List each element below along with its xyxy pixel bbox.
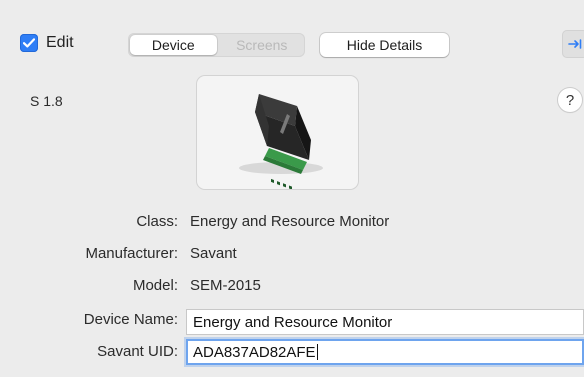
device-name-value: Energy and Resource Monitor bbox=[193, 313, 393, 331]
manufacturer-value: Savant bbox=[190, 245, 237, 262]
manufacturer-label: Manufacturer: bbox=[85, 245, 178, 262]
checkmark-icon bbox=[23, 38, 35, 48]
device-details-panel: Edit Device Screens Hide Details S 1.8 ?… bbox=[0, 0, 584, 377]
savant-uid-value: ADA837AD82AFE bbox=[193, 343, 316, 361]
edit-label: Edit bbox=[46, 34, 74, 51]
sidebar-toggle-button[interactable] bbox=[562, 30, 584, 58]
model-row: Model: SEM-2015 bbox=[0, 277, 584, 299]
class-label: Class: bbox=[136, 213, 178, 230]
hide-details-button[interactable]: Hide Details bbox=[320, 33, 449, 57]
class-row: Class: Energy and Resource Monitor bbox=[0, 213, 584, 235]
model-value: SEM-2015 bbox=[190, 277, 261, 294]
device-thumbnail-icon bbox=[239, 94, 323, 189]
tab-screens[interactable]: Screens bbox=[219, 33, 306, 57]
text-caret bbox=[316, 344, 318, 360]
device-image bbox=[197, 76, 358, 189]
view-segmented-control: Device Screens bbox=[128, 33, 305, 57]
edit-toggle[interactable]: Edit bbox=[20, 34, 74, 52]
device-name-field[interactable]: Energy and Resource Monitor bbox=[186, 309, 584, 335]
manufacturer-row: Manufacturer: Savant bbox=[0, 245, 584, 267]
savant-uid-field[interactable]: ADA837AD82AFE bbox=[186, 339, 584, 365]
class-value: Energy and Resource Monitor bbox=[190, 213, 390, 230]
version-label: S 1.8 bbox=[30, 93, 63, 109]
arrow-right-icon bbox=[568, 39, 582, 49]
edit-checkbox[interactable] bbox=[20, 34, 38, 52]
device-name-label: Device Name: bbox=[83, 311, 178, 328]
model-label: Model: bbox=[132, 277, 178, 294]
help-button[interactable]: ? bbox=[558, 88, 582, 112]
tab-device[interactable]: Device bbox=[130, 35, 217, 55]
savant-uid-label: Savant UID: bbox=[97, 343, 178, 360]
